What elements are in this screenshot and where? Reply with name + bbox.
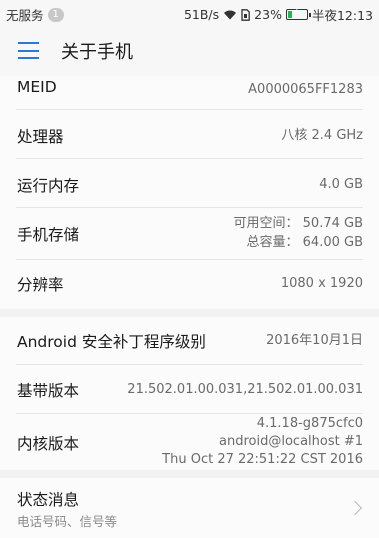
security-patch-value: 2016年10月1日 [266,333,363,348]
storage-label: 手机存储 [17,226,80,244]
battery-icon: ⚡ [285,7,311,20]
chevron-right-icon [347,500,363,516]
baseband-value: 21.502.01.00.031,21.502.01.00.031 [127,382,363,397]
notification-badge: 1 [47,7,64,22]
app-bar: 关于手机 [0,26,379,76]
meid-row: MEID A0000065FF1283 [0,76,379,102]
storage-total: 总容量： 64.00 GB [246,235,363,250]
status-group: 状态消息 电话号码、信号等 [0,478,379,538]
battery-percent: 23% [254,7,282,22]
kernel-row: 内核版本 4.1.18-g875cfc0 android@localhost #… [0,414,379,470]
software-info-group: Android 安全补丁程序级别 2016年10月1日 基带版本 21.502.… [0,317,379,470]
cpu-value: 八核 2.4 GHz [281,128,363,143]
meid-value: A0000065FF1283 [248,82,363,97]
baseband-row: 基带版本 21.502.01.00.031,21.502.01.00.031 [0,365,379,413]
kernel-line-1: 4.1.18-g875cfc0 [256,416,363,431]
net-speed: 51B/s [183,7,220,22]
cpu-label: 处理器 [17,128,64,146]
ram-value: 4.0 GB [319,177,363,192]
resolution-value: 1080 x 1920 [280,276,363,291]
sim-card-icon [241,8,251,21]
baseband-label: 基带版本 [17,382,80,400]
carrier-text: 无服务 [6,8,44,23]
page-title: 关于手机 [61,42,133,63]
ram-row: 运行内存 4.0 GB [0,159,379,207]
resolution-row: 分辨率 1080 x 1920 [0,260,379,308]
kernel-line-2: android@localhost #1 [219,434,363,449]
meid-label: MEID [17,78,57,96]
resolution-label: 分辨率 [17,276,64,294]
kernel-line-3: Thu Oct 27 22:51:22 CST 2016 [162,452,363,467]
status-bar: 无服务 1 51B/s 23% ⚡ 半夜12:13 [0,0,379,26]
storage-row: 手机存储 可用空间： 50.74 GB 总容量： 64.00 GB [0,208,379,258]
device-info-group: MEID A0000065FF1283 处理器 八核 2.4 GHz 运行内存 … [0,76,379,309]
status-label: 状态消息 [17,491,80,509]
hamburger-menu-icon[interactable] [18,42,39,60]
security-patch-label: Android 安全补丁程序级别 [17,333,206,351]
security-patch-row: Android 安全补丁程序级别 2016年10月1日 [0,317,379,364]
cpu-row: 处理器 八核 2.4 GHz [0,110,379,158]
storage-available: 可用空间： 50.74 GB [233,216,363,231]
clock: 半夜12:13 [311,8,373,23]
kernel-label: 内核版本 [17,435,80,453]
status-subtitle: 电话号码、信号等 [17,514,118,529]
ram-label: 运行内存 [17,177,80,195]
wifi-icon [224,10,237,20]
status-row[interactable]: 状态消息 电话号码、信号等 [0,478,379,538]
